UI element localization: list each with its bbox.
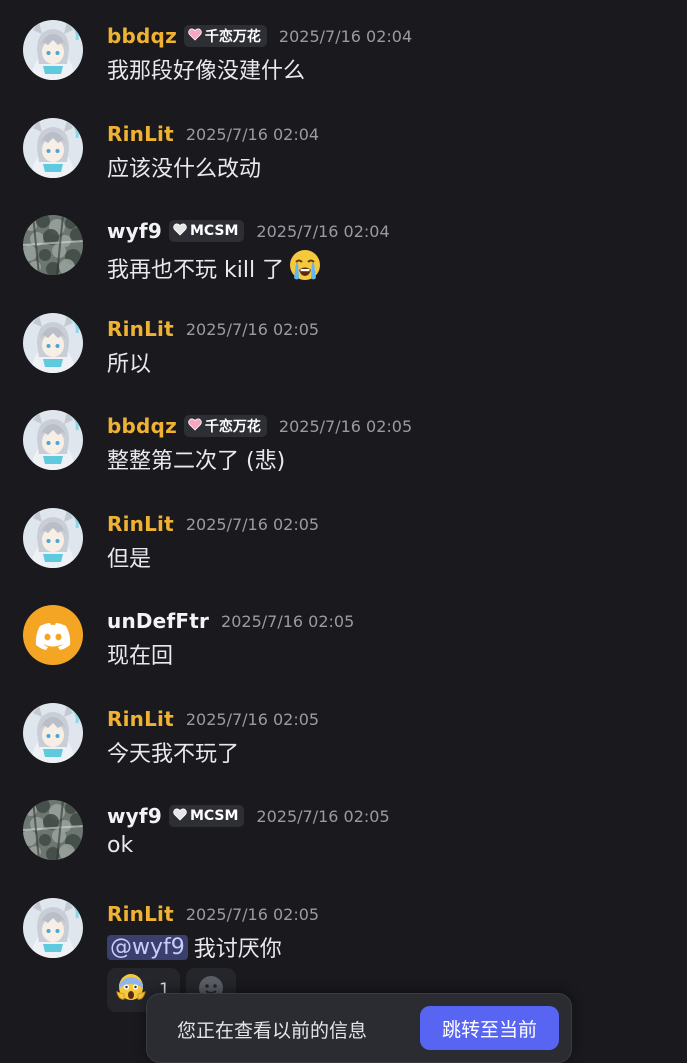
loudly-crying-face-icon[interactable] xyxy=(288,248,322,288)
timestamp: 2025/7/16 02:04 xyxy=(256,221,390,241)
avatar[interactable] xyxy=(23,800,83,860)
username[interactable]: bbdqz xyxy=(107,24,177,48)
message-header: RinLit 2025/7/16 02:05 xyxy=(107,705,319,733)
username[interactable]: unDefFtr xyxy=(107,609,209,633)
message-row[interactable]: RinLit 2025/7/16 02:05 今天我不玩了 xyxy=(0,703,687,793)
message-header: unDefFtr 2025/7/16 02:05 xyxy=(107,607,354,635)
clan-tag[interactable]: 千恋万花 xyxy=(183,415,267,437)
message-row[interactable]: bbdqz 千恋万花 2025/7/16 02:04 我那段好像没建什么 xyxy=(0,20,687,110)
message-row[interactable]: bbdqz 千恋万花 2025/7/16 02:05 整整第二次了 (悲) xyxy=(0,410,687,500)
avatar[interactable] xyxy=(23,215,83,275)
message-text: 我讨厌你 xyxy=(193,937,282,962)
face-screaming-in-fear-icon xyxy=(115,972,147,1009)
message-content: 但是 xyxy=(107,541,151,573)
username[interactable]: RinLit xyxy=(107,902,174,926)
message-content: 现在回 xyxy=(107,638,173,670)
timestamp: 2025/7/16 02:05 xyxy=(185,709,320,729)
message-text: ok xyxy=(107,833,134,858)
message-row[interactable]: unDefFtr 2025/7/16 02:05 现在回 xyxy=(0,605,687,695)
username[interactable]: RinLit xyxy=(107,122,174,146)
message-content: 今天我不玩了 xyxy=(107,736,239,768)
jump-to-present-button[interactable]: 跳转至当前 xyxy=(420,1006,559,1050)
message-header: RinLit 2025/7/16 02:05 xyxy=(107,900,319,928)
message-text: 但是 xyxy=(107,547,152,572)
message-header: RinLit 2025/7/16 02:04 xyxy=(107,120,319,148)
timestamp: 2025/7/16 02:05 xyxy=(185,319,320,339)
avatar[interactable] xyxy=(23,605,83,665)
message-text: 我那段好像没建什么 xyxy=(107,59,306,84)
clan-tag-label: 千恋万花 xyxy=(204,419,261,435)
timestamp: 2025/7/16 02:04 xyxy=(278,26,413,46)
message-content: 整整第二次了 (悲) xyxy=(107,443,285,475)
message-text: 现在回 xyxy=(107,644,174,669)
message-row[interactable]: RinLit 2025/7/16 02:05 @wyf9 我讨厌你 xyxy=(0,898,687,988)
pink-heart-icon xyxy=(188,417,202,435)
clan-tag-label: MCSM xyxy=(189,808,239,824)
username[interactable]: bbdqz xyxy=(107,414,177,438)
message-header: bbdqz 千恋万花 2025/7/16 02:05 xyxy=(107,412,412,440)
message-text: 今天我不玩了 xyxy=(107,742,240,767)
message-text: 所以 xyxy=(107,352,152,377)
avatar[interactable] xyxy=(23,898,83,958)
message-row[interactable]: RinLit 2025/7/16 02:04 应该没什么改动 xyxy=(0,118,687,208)
message-row[interactable]: RinLit 2025/7/16 02:05 所以 xyxy=(0,313,687,403)
message-text: 我再也不玩 kill 了 xyxy=(107,258,285,283)
username[interactable]: wyf9 xyxy=(107,804,162,828)
avatar[interactable] xyxy=(23,410,83,470)
message-header: wyf9 MCSM 2025/7/16 02:04 xyxy=(107,217,390,245)
white-heart-icon xyxy=(173,807,187,825)
username[interactable]: RinLit xyxy=(107,707,174,731)
viewing-older-messages-banner: 您正在查看以前的信息 跳转至当前 xyxy=(146,993,572,1063)
clan-tag-label: 千恋万花 xyxy=(204,29,261,45)
clan-tag[interactable]: MCSM xyxy=(168,805,245,827)
message-text: 应该没什么改动 xyxy=(107,157,262,182)
white-heart-icon xyxy=(173,222,187,240)
message-row[interactable]: wyf9 MCSM 2025/7/16 02:04 我再也不玩 kill 了 xyxy=(0,215,687,305)
timestamp: 2025/7/16 02:05 xyxy=(185,904,320,924)
message-header: wyf9 MCSM 2025/7/16 02:05 xyxy=(107,802,390,830)
avatar[interactable] xyxy=(23,118,83,178)
message-header: bbdqz 千恋万花 2025/7/16 02:04 xyxy=(107,22,412,50)
timestamp: 2025/7/16 02:05 xyxy=(256,806,390,826)
timestamp: 2025/7/16 02:04 xyxy=(185,124,320,144)
avatar[interactable] xyxy=(23,20,83,80)
message-content: 我那段好像没建什么 xyxy=(107,53,305,85)
clan-tag[interactable]: 千恋万花 xyxy=(183,25,267,47)
message-header: RinLit 2025/7/16 02:05 xyxy=(107,510,319,538)
timestamp: 2025/7/16 02:05 xyxy=(221,611,355,631)
message-header: RinLit 2025/7/16 02:05 xyxy=(107,315,319,343)
user-mention[interactable]: @wyf9 xyxy=(107,934,188,960)
clan-tag[interactable]: MCSM xyxy=(168,220,245,242)
username[interactable]: RinLit xyxy=(107,512,174,536)
message-content: 所以 xyxy=(107,346,151,378)
username[interactable]: wyf9 xyxy=(107,219,162,243)
username[interactable]: RinLit xyxy=(107,317,174,341)
chat-message-list[interactable]: bbdqz 千恋万花 2025/7/16 02:04 我那段好像没建什么 RinLit 2… xyxy=(0,0,687,1041)
timestamp: 2025/7/16 02:05 xyxy=(185,514,320,534)
message-row[interactable]: wyf9 MCSM 2025/7/16 02:05 ok xyxy=(0,800,687,890)
message-content: ok xyxy=(107,833,133,858)
message-content: 应该没什么改动 xyxy=(107,151,261,183)
banner-text: 您正在查看以前的信息 xyxy=(177,1020,368,1042)
avatar[interactable] xyxy=(23,703,83,763)
avatar[interactable] xyxy=(23,508,83,568)
message-content: 我再也不玩 kill 了 xyxy=(107,248,322,288)
avatar[interactable] xyxy=(23,313,83,373)
message-text: 整整第二次了 (悲) xyxy=(107,449,286,474)
message-row[interactable]: RinLit 2025/7/16 02:05 但是 xyxy=(0,508,687,598)
pink-heart-icon xyxy=(188,27,202,45)
clan-tag-label: MCSM xyxy=(189,223,239,239)
message-content: @wyf9 我讨厌你 xyxy=(107,931,282,963)
timestamp: 2025/7/16 02:05 xyxy=(278,416,413,436)
